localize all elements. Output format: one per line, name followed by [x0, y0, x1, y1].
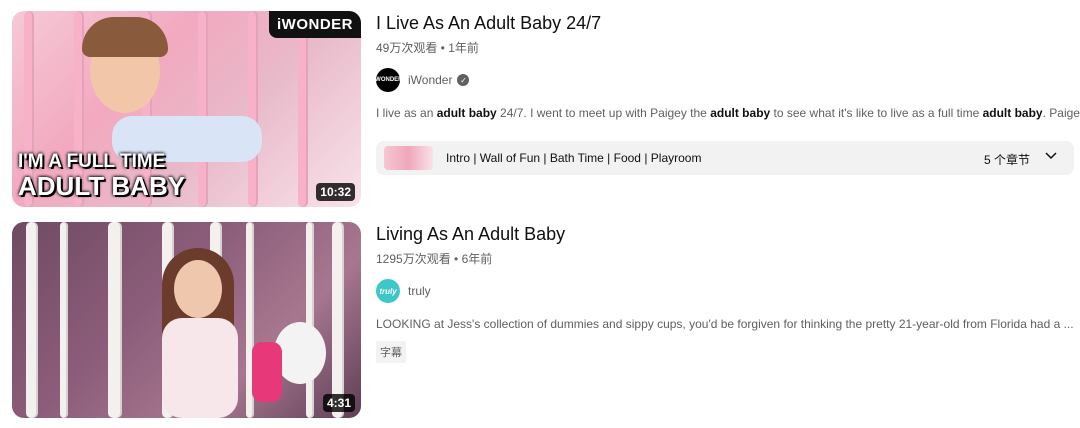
avatar[interactable]: iWONDER — [376, 68, 400, 92]
chapters-list: Intro | Wall of Fun | Bath Time | Food |… — [446, 151, 702, 165]
video-result[interactable]: iWONDER I'M A FULL TIME ADULT BABY 10:32… — [12, 11, 1080, 207]
chevron-down-icon[interactable] — [1044, 149, 1058, 163]
channel-name[interactable]: iWonder — [408, 73, 452, 87]
video-title[interactable]: I Live As An Adult Baby 24/7 — [376, 11, 1076, 35]
subtitles-badge: 字幕 — [376, 341, 406, 363]
duration-badge: 4:31 — [322, 394, 355, 412]
channel-name[interactable]: truly — [408, 284, 431, 298]
brand-watermark: iWONDER — [269, 11, 361, 38]
video-meta: 1295万次观看 • 6年前 — [376, 252, 493, 266]
video-meta: 49万次观看 • 1年前 — [376, 41, 479, 55]
video-result[interactable]: 4:31 Living As An Adult Baby 1295万次观看 • … — [12, 222, 1076, 418]
thumbnail-caption: I'M A FULL TIME ADULT BABY — [18, 151, 186, 201]
avatar[interactable]: truly — [376, 279, 400, 303]
channel-link[interactable]: truly truly — [376, 279, 1076, 303]
video-description: LOOKING at Jess's collection of dummies … — [376, 317, 1074, 331]
chapters-panel[interactable]: Intro | Wall of Fun | Bath Time | Food |… — [376, 141, 1074, 175]
video-description: I live as an adult baby 24/7. I went to … — [376, 106, 1080, 120]
video-thumbnail[interactable]: iWONDER I'M A FULL TIME ADULT BABY 10:32 — [12, 11, 361, 207]
channel-link[interactable]: iWONDER iWonder ✓ — [376, 68, 1076, 92]
video-title[interactable]: Living As An Adult Baby — [376, 222, 1076, 246]
chapters-count: 5 个章节 — [983, 153, 1030, 167]
duration-badge: 10:32 — [316, 183, 355, 201]
chapter-thumbnail — [384, 146, 433, 170]
video-thumbnail[interactable]: 4:31 — [12, 222, 361, 418]
verified-icon: ✓ — [457, 74, 470, 86]
